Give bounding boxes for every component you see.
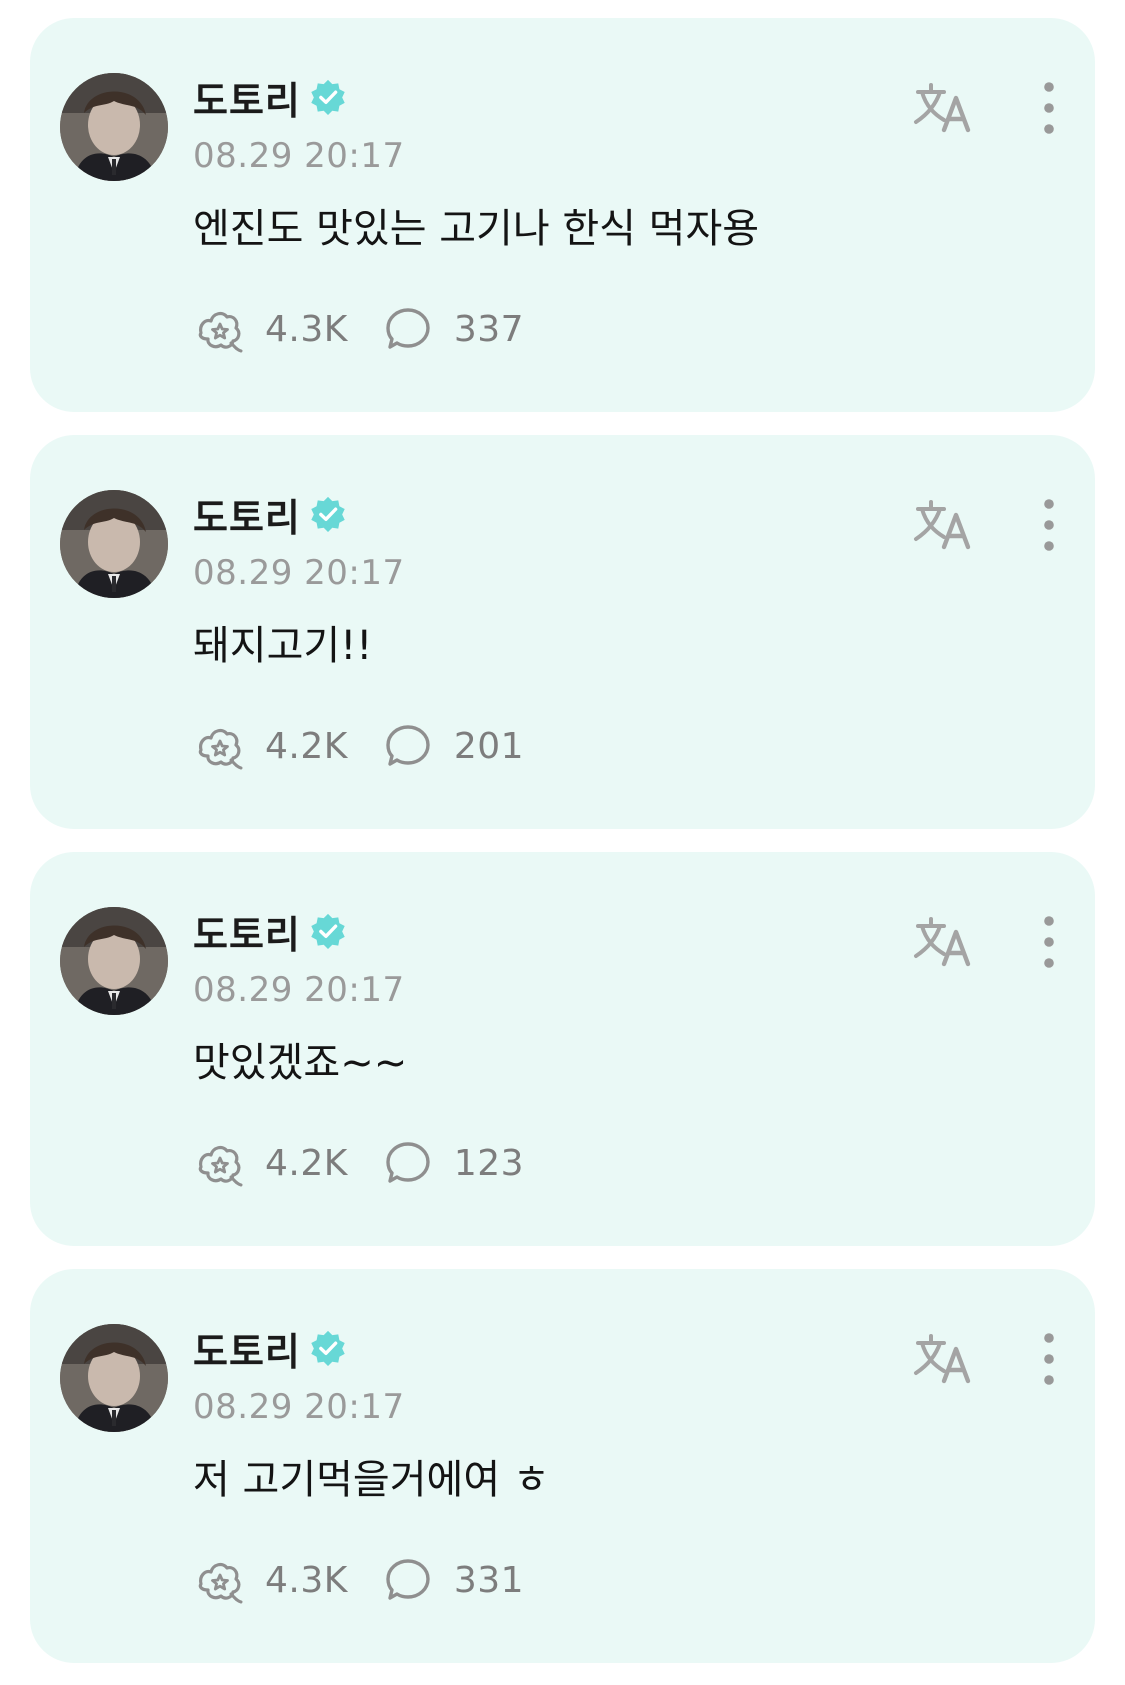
post-timestamp: 08.29 20:17 (193, 553, 405, 593)
verified-badge-icon (311, 79, 345, 116)
post-text: 돼지고기!! (193, 623, 373, 669)
translate-icon[interactable] (910, 80, 976, 136)
author-row: 도토리 (193, 904, 347, 959)
post-text: 맛있겠죠~~ (193, 1040, 408, 1086)
author-name[interactable]: 도토리 (193, 70, 301, 125)
avatar-photo (60, 73, 168, 181)
avatar-photo (60, 1324, 168, 1432)
verified-badge-icon (311, 496, 345, 533)
comment-count: 337 (453, 308, 525, 350)
like-count: 4.3K (265, 308, 348, 350)
avatar[interactable] (60, 73, 168, 181)
post-text: 엔진도 맛있는 고기나 한식 먹자용 (193, 206, 760, 252)
translate-icon[interactable] (910, 497, 976, 553)
post-text: 저 고기먹을거에여 ㅎ (193, 1457, 550, 1503)
author-row: 도토리 (193, 487, 347, 542)
author-row: 도토리 (193, 1321, 347, 1376)
post-card[interactable]: 도토리 08.29 20:17 엔진도 맛있는 고기나 한식 먹자용 4.3K (30, 18, 1095, 412)
author-name[interactable]: 도토리 (193, 904, 301, 959)
avatar[interactable] (60, 490, 168, 598)
like-count: 4.2K (265, 1142, 348, 1184)
comment-bubble-icon (386, 308, 430, 349)
post-timestamp: 08.29 20:17 (193, 1387, 405, 1427)
like-button[interactable]: 4.2K (193, 720, 348, 772)
avatar[interactable] (60, 1324, 168, 1432)
comment-button[interactable]: 201 (382, 720, 524, 772)
translate-icon[interactable] (910, 914, 976, 970)
like-count: 4.3K (265, 1559, 348, 1601)
post-stats: 4.3K 331 (193, 1554, 524, 1606)
like-button[interactable]: 4.3K (193, 1554, 348, 1606)
avatar-photo (60, 490, 168, 598)
author-name[interactable]: 도토리 (193, 1321, 301, 1376)
comment-bubble-icon (386, 1142, 430, 1183)
verified-badge-icon (311, 913, 345, 950)
more-vertical-icon[interactable] (1034, 1329, 1064, 1389)
like-button[interactable]: 4.3K (193, 303, 348, 355)
comment-count: 201 (453, 725, 525, 767)
post-stats: 4.3K 337 (193, 303, 524, 355)
avatar[interactable] (60, 907, 168, 1015)
comment-button[interactable]: 331 (382, 1554, 524, 1606)
post-feed: 도토리 08.29 20:17 엔진도 맛있는 고기나 한식 먹자용 4.3K (0, 0, 1125, 1685)
post-card[interactable]: 도토리 08.29 20:17 저 고기먹을거에여 ㅎ 4.3K 331 (30, 1269, 1095, 1663)
avatar-photo (60, 907, 168, 1015)
author-row: 도토리 (193, 70, 347, 125)
like-sparkle-icon (198, 728, 243, 770)
like-sparkle-icon (198, 311, 243, 353)
post-stats: 4.2K 123 (193, 1137, 524, 1189)
verified-badge-icon (311, 1330, 345, 1367)
comment-bubble-icon (386, 1559, 430, 1600)
comment-button[interactable]: 123 (382, 1137, 524, 1189)
comment-count: 331 (453, 1559, 525, 1601)
like-count: 4.2K (265, 725, 348, 767)
author-name[interactable]: 도토리 (193, 487, 301, 542)
more-vertical-icon[interactable] (1034, 78, 1064, 138)
like-button[interactable]: 4.2K (193, 1137, 348, 1189)
like-sparkle-icon (198, 1145, 243, 1187)
more-vertical-icon[interactable] (1034, 912, 1064, 972)
translate-icon[interactable] (910, 1331, 976, 1387)
more-vertical-icon[interactable] (1034, 495, 1064, 555)
post-card[interactable]: 도토리 08.29 20:17 돼지고기!! 4.2K 201 (30, 435, 1095, 829)
comment-button[interactable]: 337 (382, 303, 524, 355)
post-timestamp: 08.29 20:17 (193, 970, 405, 1010)
comment-bubble-icon (386, 725, 430, 766)
like-sparkle-icon (198, 1562, 243, 1604)
comment-count: 123 (453, 1142, 525, 1184)
post-card[interactable]: 도토리 08.29 20:17 맛있겠죠~~ 4.2K 123 (30, 852, 1095, 1246)
post-stats: 4.2K 201 (193, 720, 524, 772)
post-timestamp: 08.29 20:17 (193, 136, 405, 176)
